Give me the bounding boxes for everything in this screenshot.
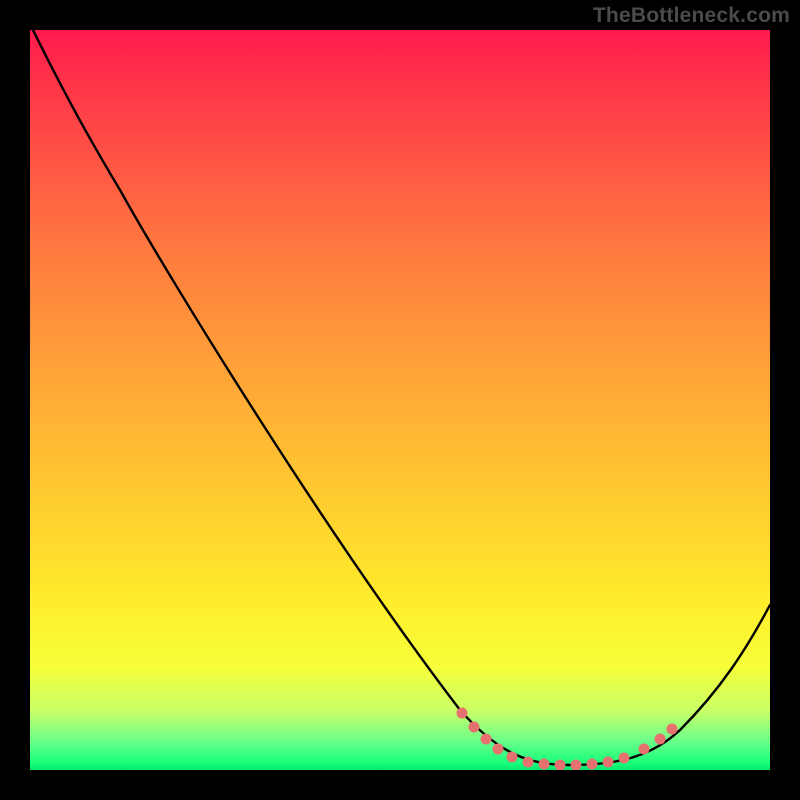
bottleneck-curve (30, 30, 770, 765)
optimal-range-dots (457, 708, 678, 771)
chart-container: TheBottleneck.com (0, 0, 800, 800)
curve-layer (30, 30, 770, 770)
plot-area (30, 30, 770, 770)
watermark-text: TheBottleneck.com (593, 4, 790, 28)
